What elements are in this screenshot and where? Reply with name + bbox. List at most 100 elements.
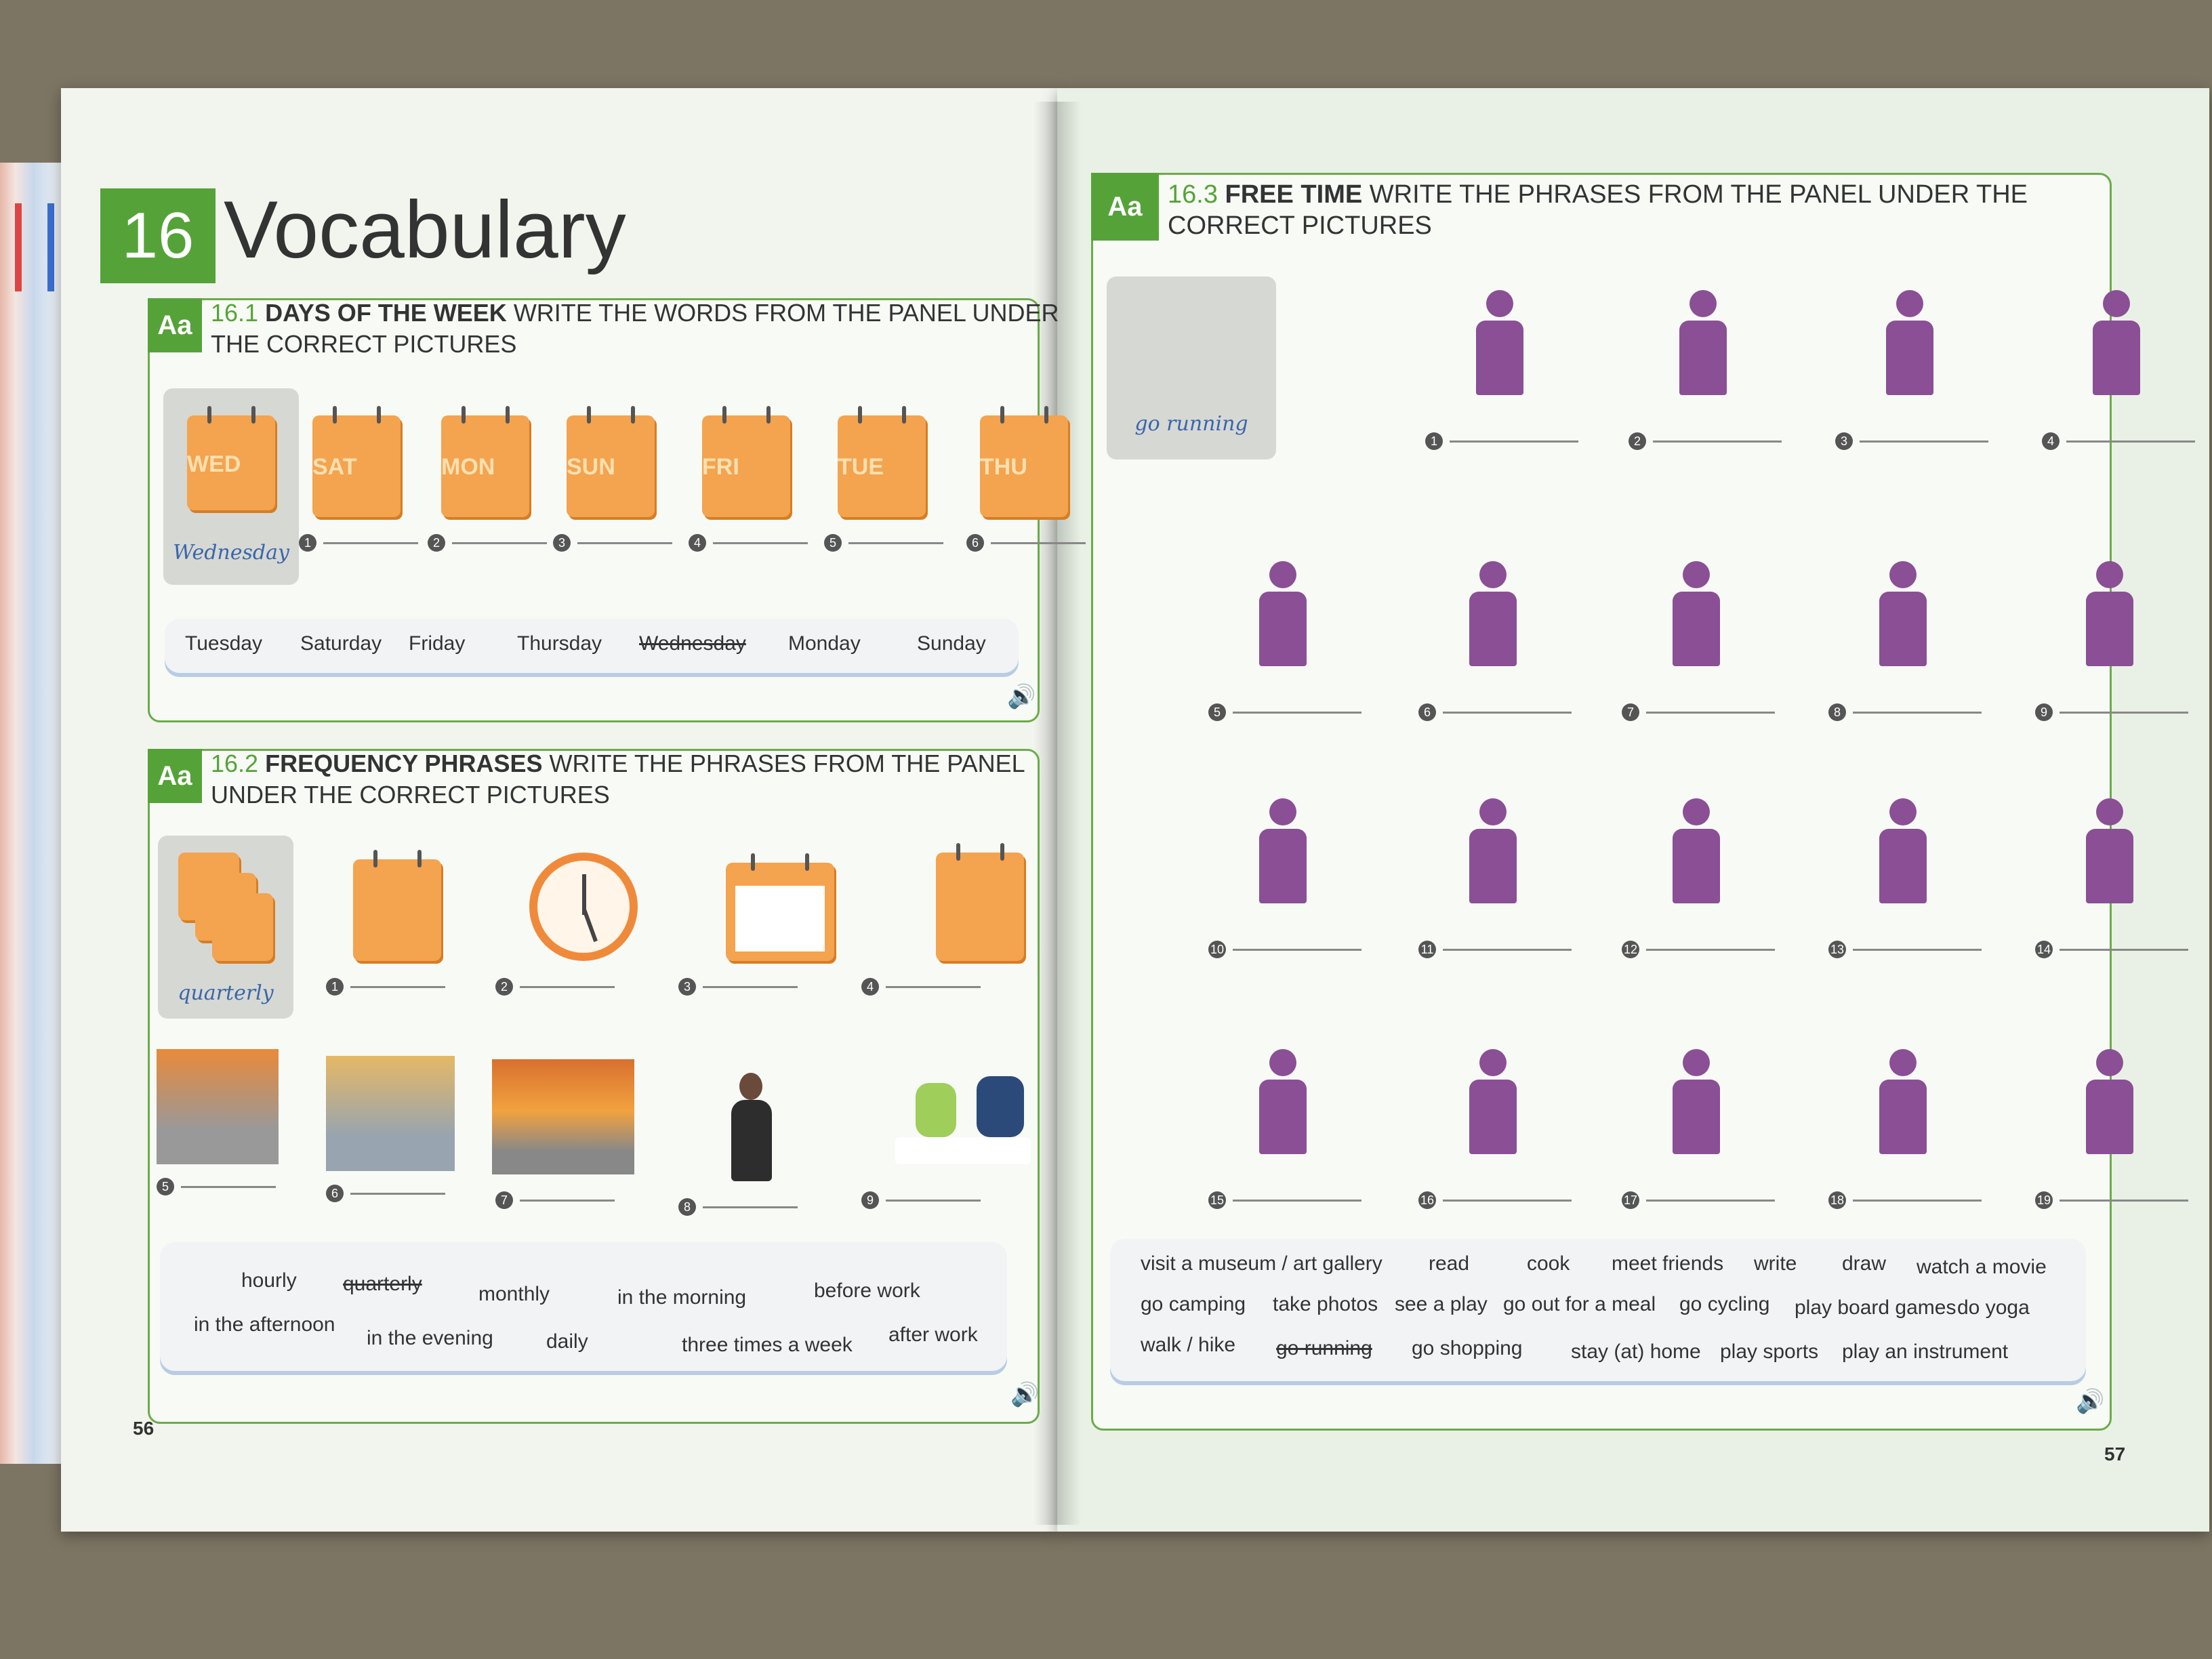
answer-blank[interactable]: 1 [326,978,445,996]
answer-number: 4 [861,978,879,996]
answer-blank[interactable]: 4 [2042,432,2195,450]
example-answer: quarterly [178,981,274,1005]
answer-blank[interactable]: 12 [1622,941,1775,958]
panel-phrase: go running [1276,1337,1372,1359]
answer-blank[interactable]: 7 [1622,703,1775,721]
panel-phrase: visit a museum / art gallery [1141,1252,1382,1275]
midday-sun-scene-icon [326,1056,455,1171]
answer-blank[interactable]: 1 [299,534,418,552]
section-heading: 16.1 DAYS OF THE WEEK WRITE THE WORDS FR… [211,298,1092,360]
answer-blank[interactable]: 9 [861,1191,981,1209]
phrase-panel: hourly quarterly monthly in the morning befo… [160,1242,1007,1371]
panel-phrase: before work [814,1279,920,1302]
answer-number: 5 [824,534,842,552]
answer-line [1443,1199,1572,1202]
answer-number: 5 [1208,703,1226,721]
answer-number: 11 [1418,941,1436,958]
answer-blank[interactable]: 18 [1828,1191,1982,1209]
sunset-scene-icon [492,1059,634,1174]
panel-phrase: meet friends [1612,1252,1724,1275]
calendar-day-label: WED [187,451,241,478]
answer-blank[interactable]: 14 [2035,941,2188,958]
answer-blank[interactable]: 6 [1418,703,1572,721]
answer-blank[interactable]: 15 [1208,1191,1361,1209]
panel-phrase: in the evening [367,1327,493,1349]
businesswoman-icon [712,1066,794,1188]
yoga-icon [1642,283,1764,405]
answer-number: 5 [157,1178,174,1195]
answer-number: 13 [1828,941,1846,958]
calendar-icon: SUN [567,406,655,517]
tennis-icon [1842,792,1964,914]
answer-number: 16 [1418,1191,1436,1209]
answer-blank[interactable]: 5 [1208,703,1361,721]
answer-number: 2 [1629,432,1646,450]
answer-line [520,985,615,988]
answer-blank[interactable]: 2 [428,534,547,552]
answer-number: 1 [1425,432,1443,450]
answer-line [577,541,672,544]
answer-number: 10 [1208,941,1226,958]
answer-number: 1 [326,978,344,996]
calendar-icon: SAT [312,406,401,517]
answer-blank[interactable]: 3 [553,534,672,552]
answer-blank[interactable]: 5 [824,534,943,552]
answer-blank[interactable]: 2 [495,978,615,996]
page-number-right: 57 [2104,1443,2126,1465]
answer-blank[interactable]: 13 [1828,941,1982,958]
answer-number: 2 [428,534,445,552]
audio-icon[interactable]: 🔊 [1007,683,1036,710]
answer-number: 9 [861,1191,879,1209]
answer-line [1646,948,1775,951]
answer-blank[interactable]: 16 [1418,1191,1572,1209]
answer-line [1450,440,1578,443]
answer-number: 6 [1418,703,1436,721]
answer-blank[interactable]: 17 [1622,1191,1775,1209]
audio-icon[interactable]: 🔊 [1010,1381,1039,1408]
book-page-edges [0,163,61,1464]
answer-line [1853,1199,1982,1202]
section-title: FREQUENCY PHRASES [265,750,543,777]
answer-number: 2 [495,978,513,996]
panel-phrase: daily [546,1330,588,1353]
answer-blank[interactable]: 3 [678,978,798,996]
panel-phrase: go out for a meal [1503,1293,1656,1315]
answer-blank[interactable]: 6 [326,1185,445,1202]
answer-blank[interactable]: 4 [861,978,981,996]
panel-phrase: in the afternoon [194,1313,335,1336]
answer-line [1853,711,1982,714]
answer-line [848,541,943,544]
answer-blank[interactable]: 3 [1835,432,1988,450]
answer-blank[interactable]: 19 [2035,1191,2188,1209]
panel-phrase: play sports [1720,1340,1819,1363]
answer-blank[interactable]: 10 [1208,941,1361,958]
theater-stage-icon [1439,283,1561,405]
answer-blank[interactable]: 7 [495,1191,615,1209]
calendar-icon: FRI [702,406,790,517]
answer-blank[interactable]: 8 [678,1198,798,1216]
answer-line [703,1206,798,1208]
sunrise-scene-icon [157,1049,279,1164]
calendar-icon: THU [980,406,1068,517]
audio-icon[interactable]: 🔊 [2076,1388,2104,1415]
stacked-calendars-icon [212,893,273,961]
answer-blank[interactable]: 2 [1629,432,1782,450]
answer-blank[interactable]: 5 [157,1178,276,1195]
answer-blank[interactable]: 9 [2035,703,2188,721]
answer-blank[interactable]: 6 [966,534,1086,552]
answer-number: 15 [1208,1191,1226,1209]
answer-blank[interactable]: 1 [1425,432,1578,450]
answer-blank[interactable]: 11 [1418,941,1572,958]
cyclist-icon [1842,1042,1964,1164]
answer-blank[interactable]: 8 [1828,703,1982,721]
shopping-mall-icon [1222,1042,1344,1164]
section-title: DAYS OF THE WEEK [265,299,507,327]
chapter-number: 16 [100,188,216,283]
panel-phrase: monthly [478,1283,550,1305]
panel-phrase: read [1429,1252,1470,1275]
answer-line [1646,1199,1775,1202]
answer-blank[interactable]: 4 [689,534,808,552]
reading-icon [1432,792,1554,914]
phrase-panel: visit a museum / art gallery read cook meet… [1110,1239,2086,1381]
answer-line [1233,948,1361,951]
